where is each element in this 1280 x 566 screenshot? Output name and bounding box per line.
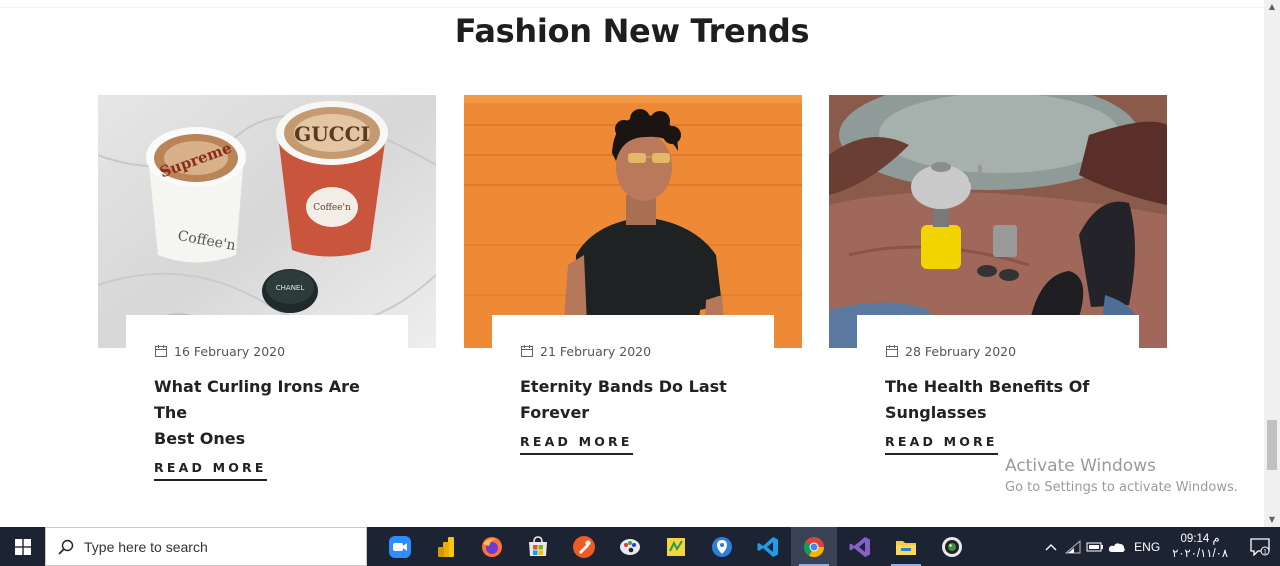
sticky-icon — [667, 537, 685, 556]
onedrive-icon[interactable] — [1106, 527, 1128, 566]
language-indicator[interactable]: ENG — [1134, 540, 1160, 554]
calendar-icon — [521, 345, 533, 357]
scroll-up-arrow-icon[interactable]: ▲ — [1264, 0, 1280, 14]
post-date: 16 February 2020 — [174, 343, 286, 359]
header-divider — [0, 0, 1264, 8]
maps-icon — [712, 536, 732, 557]
svg-text:CHANEL: CHANEL — [276, 284, 305, 292]
post-meta: 28 February 2020 — [885, 343, 1111, 359]
scroll-thumb[interactable] — [1267, 420, 1277, 470]
man-orange-wall-photo — [464, 95, 802, 348]
store-app-button[interactable] — [515, 527, 561, 566]
calendar-icon — [886, 345, 898, 357]
file-explorer-app-button[interactable] — [883, 527, 929, 566]
network-icon[interactable] — [1062, 527, 1084, 566]
clock-date: ٢٠٢٠/١١/٠٨ — [1172, 547, 1228, 560]
vertical-scrollbar[interactable]: ▲ ▼ — [1264, 0, 1280, 527]
show-hidden-icons-chevron-icon[interactable] — [1040, 527, 1062, 566]
svg-text:GUCCI: GUCCI — [294, 122, 370, 146]
activate-windows-watermark: Activate Windows Go to Settings to activ… — [1005, 456, 1238, 495]
post-title-line: The Health Benefits Of — [885, 377, 1090, 396]
maps-app-button[interactable] — [699, 527, 745, 566]
section-title: Fashion New Trends — [454, 12, 810, 50]
post-title[interactable]: Eternity Bands Do Last Forever — [520, 374, 746, 426]
svg-text:1: 1 — [1263, 548, 1267, 555]
firefox-app-button[interactable] — [469, 527, 515, 566]
card-image-coffee[interactable]: Supreme Coffee'n GUCCI Coffee'n CHANEL — [98, 95, 436, 348]
camera-app-button[interactable] — [929, 527, 975, 566]
post-title-line: Eternity Bands Do Last — [520, 377, 727, 396]
taskbar-search-box[interactable]: Type here to search — [45, 527, 367, 566]
search-placeholder: Type here to search — [84, 538, 208, 555]
camping-kettle-photo — [829, 95, 1167, 348]
watermark-line-1: Activate Windows — [1005, 456, 1156, 476]
post-meta: 16 February 2020 — [154, 343, 380, 359]
paint-icon — [620, 538, 640, 555]
card-image-man[interactable] — [464, 95, 802, 348]
post-title-line: Sunglasses — [885, 403, 987, 422]
system-tray: ENG 09:14 م ٢٠٢٠/١١/٠٨ 1 — [1040, 527, 1280, 566]
read-more-link[interactable]: READ MORE — [154, 460, 267, 481]
card-image-camping[interactable] — [829, 95, 1167, 348]
system-clock[interactable]: 09:14 م ٢٠٢٠/١١/٠٨ — [1172, 532, 1228, 562]
post-title-line: Forever — [520, 403, 590, 422]
post-title[interactable]: The Health Benefits Of Sunglasses — [885, 374, 1111, 426]
chrome-app-button[interactable] — [791, 527, 837, 566]
card-body: 16 February 2020 What Curling Irons Are … — [126, 315, 408, 481]
blog-card: Supreme Coffee'n GUCCI Coffee'n CHANEL 1… — [98, 95, 436, 481]
post-date: 21 February 2020 — [540, 343, 652, 359]
read-more-link[interactable]: READ MORE — [520, 434, 633, 455]
paint-app-button[interactable] — [607, 527, 653, 566]
power-bi-app-button[interactable] — [423, 527, 469, 566]
postman-app-button[interactable] — [561, 527, 607, 566]
windows-logo-icon — [14, 538, 31, 555]
battery-icon[interactable] — [1084, 527, 1106, 566]
svg-text:Coffee'n: Coffee'n — [313, 203, 351, 213]
file-explorer-icon — [896, 540, 916, 555]
store-icon — [529, 535, 547, 556]
visual-studio-icon — [849, 536, 870, 557]
post-title[interactable]: What Curling Irons Are The Best Ones — [154, 374, 380, 452]
browser-viewport: Fashion New Trends Supreme Coffee'n GUCC… — [0, 0, 1264, 527]
calendar-icon — [155, 345, 167, 357]
notification-icon: 1 — [1250, 537, 1270, 556]
blog-card: 21 February 2020 Eternity Bands Do Last … — [464, 95, 802, 465]
zoom-icon — [389, 535, 411, 558]
sticky-app-button[interactable] — [653, 527, 699, 566]
action-center-button[interactable]: 1 — [1240, 527, 1280, 566]
firefox-icon — [482, 536, 502, 557]
clock-time: 09:14 م — [1180, 532, 1220, 545]
search-icon — [58, 539, 74, 555]
zoom-app-button[interactable] — [377, 527, 423, 566]
coffee-cups-photo: Supreme Coffee'n GUCCI Coffee'n CHANEL — [98, 95, 436, 348]
blog-card: 28 February 2020 The Health Benefits Of … — [829, 95, 1167, 465]
post-date: 28 February 2020 — [905, 343, 1017, 359]
camera-app-icon — [942, 536, 962, 557]
start-button[interactable] — [0, 527, 45, 566]
post-title-line: Best Ones — [154, 429, 246, 448]
windows-taskbar: Type here to search ENG 09:14 م ٢٠٢٠/١١/… — [0, 527, 1280, 566]
vscode-icon — [757, 536, 778, 557]
post-title-line: What Curling Irons Are The — [154, 377, 360, 422]
read-more-link[interactable]: READ MORE — [885, 434, 998, 455]
visual-studio-app-button[interactable] — [837, 527, 883, 566]
chrome-icon — [803, 536, 825, 557]
card-body: 21 February 2020 Eternity Bands Do Last … — [492, 315, 774, 465]
vscode-app-button[interactable] — [745, 527, 791, 566]
watermark-line-2: Go to Settings to activate Windows. — [1005, 480, 1238, 495]
scroll-down-arrow-icon[interactable]: ▼ — [1264, 513, 1280, 527]
pinned-apps — [377, 527, 975, 566]
post-meta: 21 February 2020 — [520, 343, 746, 359]
power-bi-icon — [438, 536, 454, 557]
postman-icon — [573, 535, 595, 558]
card-body: 28 February 2020 The Health Benefits Of … — [857, 315, 1139, 465]
